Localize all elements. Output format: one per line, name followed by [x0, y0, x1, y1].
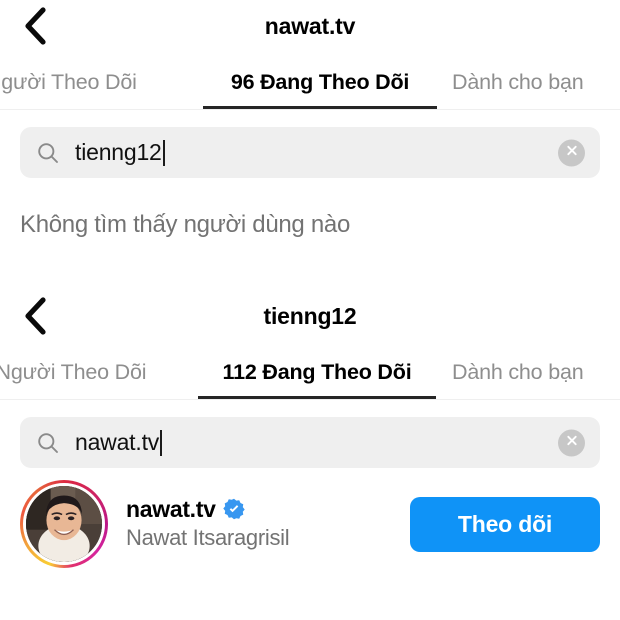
- search-icon: [36, 431, 60, 455]
- avatar: [23, 483, 105, 565]
- top-search-section: tienng12: [0, 110, 620, 178]
- back-button[interactable]: [6, 290, 64, 342]
- tab-followers[interactable]: u Người Theo Dõi: [0, 342, 147, 399]
- tab-followers[interactable]: K Người Theo Dõi: [0, 52, 137, 109]
- tab-suggested[interactable]: Dành cho bạn: [452, 52, 584, 109]
- capture-bottom-panel: tienng12 u Người Theo Dõi 112 Đang Theo …: [0, 290, 620, 620]
- page-title: tienng12: [263, 302, 357, 329]
- search-input[interactable]: tienng12: [20, 127, 600, 178]
- bottom-search-section: nawat.tv: [0, 400, 620, 468]
- chevron-left-icon: [22, 297, 48, 335]
- verified-badge-icon: [222, 498, 245, 520]
- tab-suggested[interactable]: Dành cho bạn: [452, 342, 584, 399]
- page-title: nawat.tv: [264, 12, 356, 39]
- clear-search-button[interactable]: [558, 139, 585, 166]
- clear-search-button[interactable]: [558, 429, 585, 456]
- result-text-block: nawat.tv Nawat Itsaragrisil: [126, 495, 410, 553]
- search-icon: [36, 141, 60, 165]
- top-navbar: nawat.tv: [0, 0, 620, 52]
- top-tabbar: K Người Theo Dõi 96 Đang Theo Dõi Dành c…: [0, 52, 620, 110]
- clear-circle-icon: [565, 143, 579, 162]
- search-input-value: nawat.tv: [75, 429, 160, 455]
- avatar-story-ring[interactable]: [20, 480, 108, 568]
- text-caret: [162, 139, 165, 166]
- active-tab-underline: [203, 106, 437, 109]
- capture-top-panel: nawat.tv K Người Theo Dõi 96 Đang Theo D…: [0, 0, 620, 290]
- tab-label: Dành cho bạn: [452, 360, 584, 384]
- user-avatar: [26, 486, 102, 562]
- result-username: nawat.tv: [126, 496, 216, 523]
- tab-label: 96 Đang Theo Dõi: [230, 70, 410, 94]
- empty-state-message: Không tìm thấy người dùng nào: [20, 211, 350, 238]
- bottom-tabbar: u Người Theo Dõi 112 Đang Theo Dõi Dành …: [0, 342, 620, 400]
- tab-label: 112 Đang Theo Dõi: [222, 360, 412, 384]
- tab-label: K Người Theo Dõi: [0, 70, 137, 94]
- tab-label: u Người Theo Dõi: [0, 360, 147, 384]
- search-input[interactable]: nawat.tv: [20, 417, 600, 468]
- text-caret: [160, 429, 163, 456]
- tab-following[interactable]: 112 Đang Theo Dõi: [198, 342, 436, 399]
- result-username-row: nawat.tv: [126, 495, 410, 523]
- result-fullname: Nawat Itsaragrisil: [126, 525, 290, 551]
- tab-following[interactable]: 96 Đang Theo Dõi: [203, 52, 437, 109]
- bottom-navbar: tienng12: [0, 290, 620, 342]
- app-screen: nawat.tv K Người Theo Dõi 96 Đang Theo D…: [0, 0, 620, 620]
- search-input-value: tienng12: [75, 139, 162, 165]
- clear-circle-icon: [565, 433, 579, 452]
- active-tab-underline: [198, 396, 436, 399]
- search-result-row[interactable]: nawat.tv Nawat Itsaragrisil Theo dõi: [0, 468, 620, 568]
- tab-label: Dành cho bạn: [452, 70, 584, 94]
- chevron-left-icon: [22, 7, 48, 45]
- back-button[interactable]: [6, 0, 64, 52]
- follow-button[interactable]: Theo dõi: [410, 496, 600, 552]
